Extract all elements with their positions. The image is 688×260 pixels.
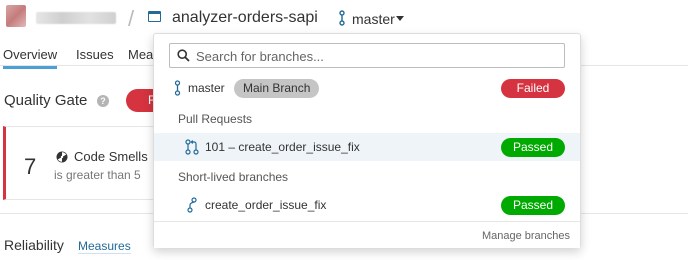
help-icon[interactable]: ? [97, 95, 109, 107]
condition-detail: is greater than 5 [54, 168, 141, 182]
project-title[interactable]: analyzer-orders-sapi [172, 9, 318, 27]
branch-selector-label[interactable]: master [352, 11, 395, 27]
branch-search-box[interactable] [169, 43, 565, 68]
pull-request-icon [185, 139, 199, 155]
quality-gate-heading: Quality Gate [4, 92, 88, 109]
main-branch-badge: Main Branch [234, 79, 320, 98]
project-icon [148, 11, 161, 22]
pull-request-item[interactable]: 101 – create_order_issue_fix Passed [154, 133, 580, 161]
branch-name: master [188, 81, 225, 95]
short-lived-branch-label: create_order_issue_fix [205, 198, 327, 212]
manage-branches-link[interactable]: Manage branches [482, 230, 570, 242]
status-badge: Passed [501, 196, 565, 215]
measures-link[interactable]: Measures [78, 239, 131, 254]
status-badge: Passed [501, 138, 565, 157]
code-smell-icon [56, 151, 68, 163]
branch-icon [339, 10, 345, 26]
short-lived-branches-heading: Short-lived branches [178, 170, 289, 184]
chevron-down-icon[interactable] [396, 16, 404, 21]
status-badge: Failed [501, 79, 565, 98]
tab-measures[interactable]: Mea [128, 47, 153, 62]
tab-issues[interactable]: Issues [76, 47, 114, 62]
pull-request-label: 101 – create_order_issue_fix [205, 140, 360, 154]
short-lived-branch-item[interactable]: create_order_issue_fix Passed [154, 191, 580, 219]
condition-metric: Code Smells [74, 149, 148, 164]
branch-dropdown: master Main Branch Failed Pull Requests … [153, 33, 581, 248]
reliability-heading: Reliability [4, 237, 64, 253]
branch-search-input[interactable] [196, 47, 556, 65]
organization-avatar[interactable] [6, 5, 26, 27]
branch-icon [174, 80, 181, 96]
organization-name-blurred[interactable] [36, 12, 116, 24]
breadcrumb-separator: / [128, 6, 135, 31]
pull-requests-heading: Pull Requests [178, 112, 253, 126]
search-icon [177, 49, 190, 62]
dropdown-footer: Manage branches [154, 221, 580, 248]
tab-overview[interactable]: Overview [3, 47, 58, 69]
short-lived-branch-icon [187, 197, 197, 213]
branch-item-master[interactable]: master Main Branch Failed [154, 74, 580, 102]
quality-gate-condition-card[interactable]: 7 Code Smells is greater than 5 [3, 126, 163, 200]
condition-value: 7 [24, 154, 37, 179]
